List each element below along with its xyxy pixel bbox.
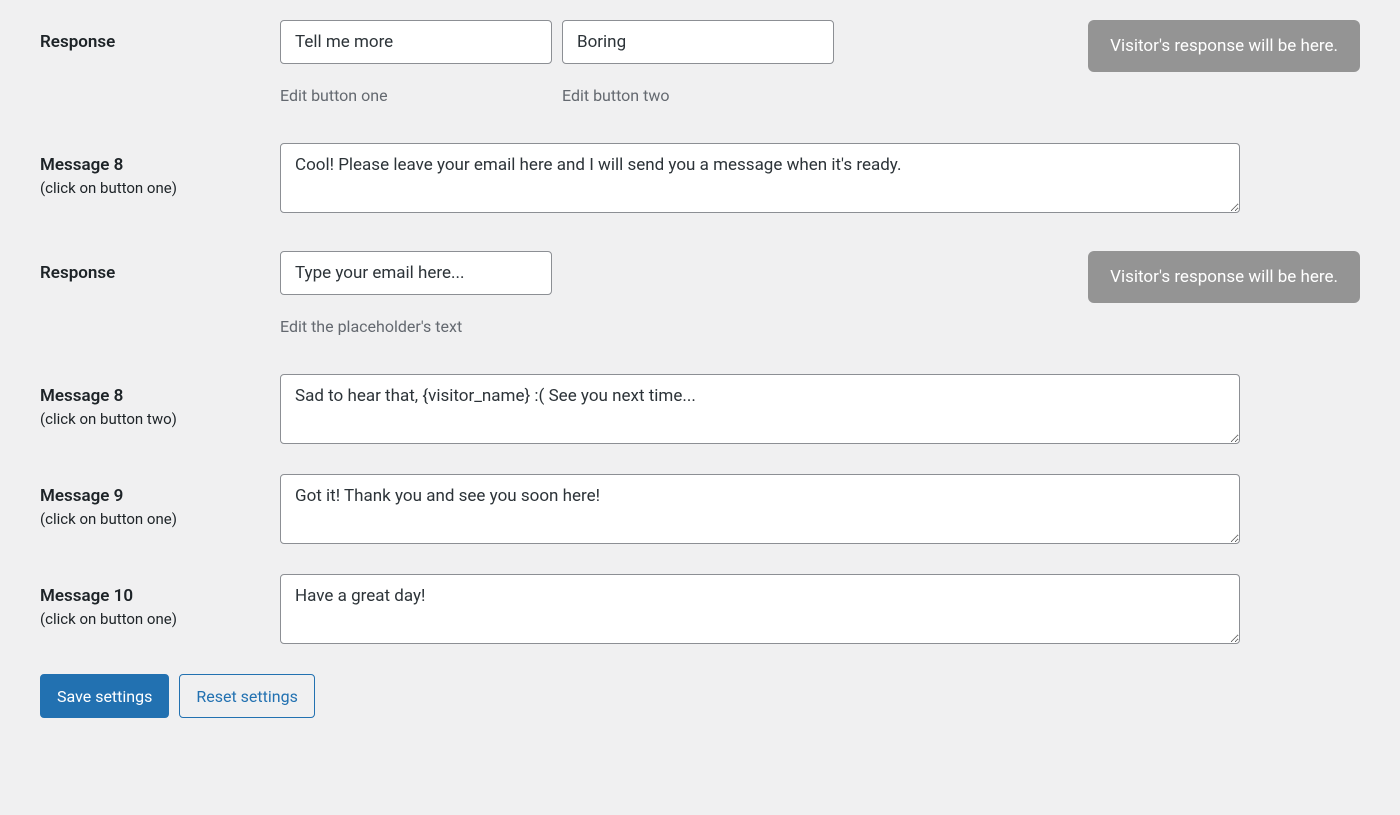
label-col: Message 8 (click on button one)	[40, 143, 280, 197]
message-10-sublabel: (click on button one)	[40, 610, 280, 628]
button-two-input[interactable]	[562, 20, 834, 64]
content-col	[280, 143, 1360, 213]
content-col	[280, 374, 1360, 444]
content-col: Edit button one Edit button two	[280, 20, 1020, 105]
visitor-response-badge: Visitor's response will be here.	[1088, 20, 1360, 72]
message-10-row: Message 10 (click on button one)	[40, 574, 1360, 644]
visitor-response-badge-2: Visitor's response will be here.	[1088, 251, 1360, 303]
reset-settings-button[interactable]: Reset settings	[179, 674, 314, 718]
inputs-row: Edit button one Edit button two	[280, 20, 1020, 105]
content-col	[280, 474, 1360, 544]
content-col: Edit the placeholder's text	[280, 251, 1020, 336]
message-8a-row: Message 8 (click on button one)	[40, 143, 1360, 213]
message-9-label: Message 9	[40, 486, 280, 506]
label-col: Response	[40, 251, 280, 283]
placeholder-group: Edit the placeholder's text	[280, 251, 552, 336]
inputs-row: Edit the placeholder's text	[280, 251, 1020, 336]
message-10-textarea[interactable]	[280, 574, 1240, 644]
message-9-sublabel: (click on button one)	[40, 510, 280, 528]
message-10-label: Message 10	[40, 586, 280, 606]
label-col: Message 9 (click on button one)	[40, 474, 280, 528]
message-8a-sublabel: (click on button one)	[40, 179, 280, 197]
message-8b-textarea[interactable]	[280, 374, 1240, 444]
save-settings-button[interactable]: Save settings	[40, 674, 169, 718]
message-8a-textarea[interactable]	[280, 143, 1240, 213]
label-col: Message 10 (click on button one)	[40, 574, 280, 628]
email-placeholder-input[interactable]	[280, 251, 552, 295]
response-label: Response	[40, 32, 280, 52]
badge-col: Visitor's response will be here.	[1020, 20, 1360, 72]
button-two-helper: Edit button two	[562, 86, 834, 105]
message-9-textarea[interactable]	[280, 474, 1240, 544]
button-one-input[interactable]	[280, 20, 552, 64]
action-button-row: Save settings Reset settings	[40, 674, 1360, 718]
message-8a-label: Message 8	[40, 155, 280, 175]
response-2-label: Response	[40, 263, 280, 283]
button-one-group: Edit button one	[280, 20, 552, 105]
label-col: Message 8 (click on button two)	[40, 374, 280, 428]
badge-col: Visitor's response will be here.	[1020, 251, 1360, 303]
response-row-1: Response Edit button one Edit button two…	[40, 20, 1360, 105]
message-8b-row: Message 8 (click on button two)	[40, 374, 1360, 444]
message-9-row: Message 9 (click on button one)	[40, 474, 1360, 544]
button-two-group: Edit button two	[562, 20, 834, 105]
message-8b-sublabel: (click on button two)	[40, 410, 280, 428]
message-8b-label: Message 8	[40, 386, 280, 406]
content-col	[280, 574, 1360, 644]
placeholder-helper: Edit the placeholder's text	[280, 317, 552, 336]
label-col: Response	[40, 20, 280, 52]
button-one-helper: Edit button one	[280, 86, 552, 105]
response-row-2: Response Edit the placeholder's text Vis…	[40, 251, 1360, 336]
